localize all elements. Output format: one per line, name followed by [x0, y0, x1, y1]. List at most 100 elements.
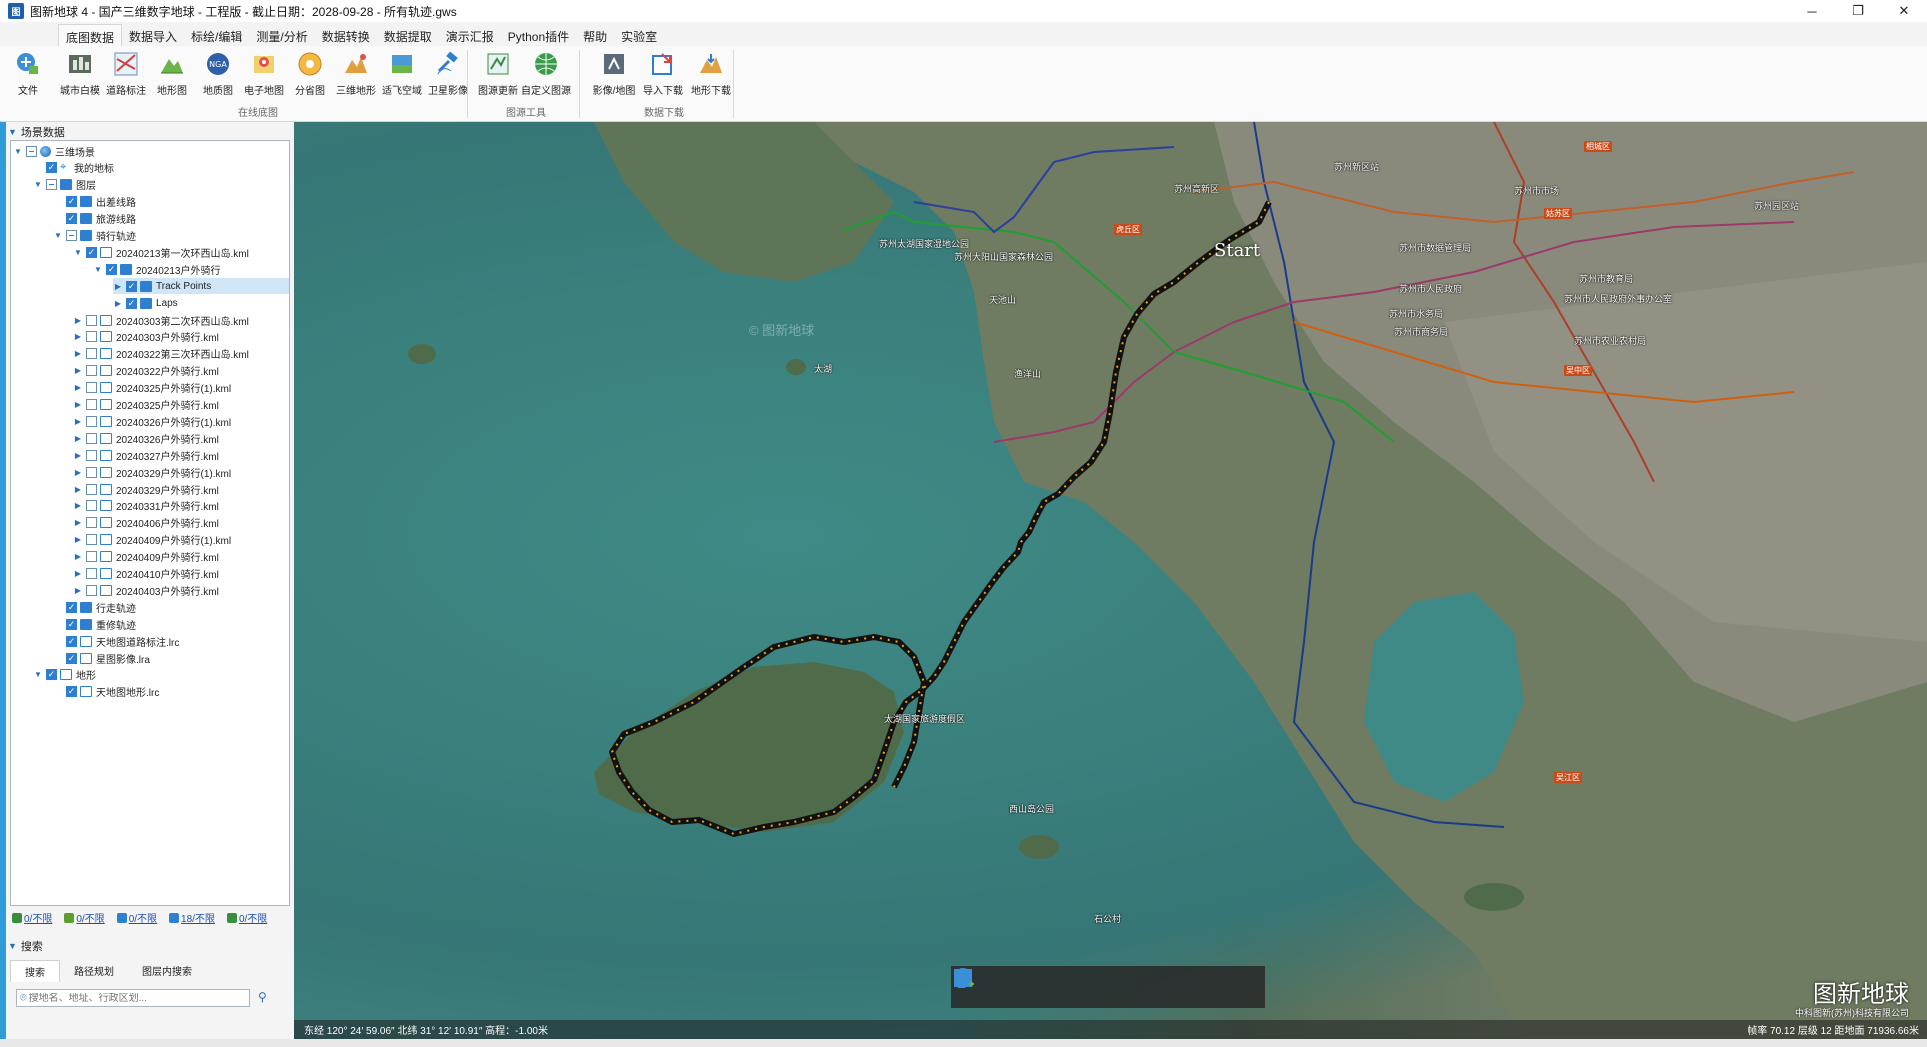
tree-node[interactable]: ✓ ⌖ 我的地标: [33, 160, 289, 176]
tree-node[interactable]: ▶ 20240303第二次环西山岛.kml: [73, 312, 289, 328]
tree-node[interactable]: ▶ 20240329户外骑行.kml: [73, 481, 289, 497]
layer-checkbox[interactable]: ✓: [66, 652, 77, 664]
layer-checkbox[interactable]: ✓: [66, 196, 77, 208]
scene-data-header[interactable]: ▼ 场景数据: [8, 124, 65, 140]
collapse-arrow-icon[interactable]: ▼: [33, 180, 43, 189]
expand-arrow-icon[interactable]: ▶: [73, 400, 83, 409]
province-map-button[interactable]: 分省图: [288, 49, 332, 101]
tree-node[interactable]: ▶ 20240322户外骑行.kml: [73, 363, 289, 379]
expand-arrow-icon[interactable]: ▶: [73, 552, 83, 561]
layer-checkbox[interactable]: [86, 331, 97, 343]
import-download-button[interactable]: 导入下载: [641, 49, 685, 101]
expand-arrow-icon[interactable]: ▶: [73, 468, 83, 477]
tree-node[interactable]: ▶ 20240331户外骑行.kml: [73, 498, 289, 514]
tab-search[interactable]: 搜索: [10, 960, 60, 982]
expand-arrow-icon[interactable]: ▶: [73, 417, 83, 426]
tree-node[interactable]: ▶ 20240329户外骑行(1).kml: [73, 464, 289, 480]
source-update-button[interactable]: 图源更新: [476, 49, 520, 101]
tree-node[interactable]: ▶ ✓ Track Points: [113, 278, 289, 295]
tree-node[interactable]: ✓ 旅游线路: [53, 211, 289, 227]
tree-node[interactable]: ▼ 图层: [33, 177, 289, 193]
layer-checkbox[interactable]: ✓: [66, 213, 77, 225]
line-tool-button[interactable]: [953, 968, 1151, 1004]
tree-node[interactable]: ✓ 重修轨迹: [53, 616, 289, 632]
expand-arrow-icon[interactable]: ▶: [113, 299, 123, 308]
close-button[interactable]: ✕: [1881, 0, 1927, 22]
tab-lab[interactable]: 实验室: [614, 24, 664, 46]
map-viewport[interactable]: © 图新地球 Start 苏州新区站 苏州市市场 苏州高新区 苏州大阳山国家森林公园苏…: [294, 122, 1927, 1039]
search-header[interactable]: ▼ 搜索: [8, 938, 43, 954]
road-label-button[interactable]: 道路标注: [104, 49, 148, 101]
layer-checkbox[interactable]: [86, 517, 97, 529]
3d-terrain-button[interactable]: 三维地形: [334, 49, 378, 101]
expand-arrow-icon[interactable]: ▶: [73, 569, 83, 578]
expand-arrow-icon[interactable]: ▶: [73, 332, 83, 341]
placemark-tool-button[interactable]: [956, 968, 1099, 1004]
expand-arrow-icon[interactable]: ▶: [73, 434, 83, 443]
expand-arrow-icon[interactable]: ▶: [73, 535, 83, 544]
tab-plot-edit[interactable]: 标绘/编辑: [184, 24, 249, 46]
expand-arrow-icon[interactable]: ▶: [73, 349, 83, 358]
layer-checkbox[interactable]: [86, 568, 97, 579]
tree-node[interactable]: ▶ 20240325户外骑行.kml: [73, 397, 289, 413]
tree-node[interactable]: ▼ ✓ 地形: [33, 667, 289, 683]
layer-checkbox[interactable]: [86, 382, 97, 394]
polygon-tool-button[interactable]: [954, 969, 1203, 1004]
expand-arrow-icon[interactable]: ▶: [73, 586, 83, 595]
tree-node[interactable]: ▶ 20240409户外骑行(1).kml: [73, 532, 289, 548]
tree-node[interactable]: ▶ 20240410户外骑行.kml: [73, 566, 289, 582]
expand-arrow-icon[interactable]: ▶: [113, 282, 123, 291]
tree-node[interactable]: ✓ 星图影像.lra: [53, 650, 289, 666]
layer-checkbox[interactable]: [86, 449, 97, 461]
layer-checkbox[interactable]: ✓: [66, 686, 77, 698]
terrain-download-button[interactable]: 地形下载: [689, 49, 733, 101]
flyable-airspace-button[interactable]: 适飞空域: [380, 49, 424, 101]
collapse-arrow-icon[interactable]: ▼: [33, 670, 43, 679]
tree-node[interactable]: ▼ ✓ 20240213第一次环西山岛.kml: [73, 244, 289, 260]
layer-checkbox[interactable]: [66, 230, 77, 241]
tab-layer-search[interactable]: 图层内搜索: [128, 960, 206, 982]
layer-checkbox[interactable]: ✓: [66, 635, 77, 647]
search-icon[interactable]: ⚲: [258, 990, 267, 1004]
layer-checkbox[interactable]: ✓: [126, 297, 137, 309]
layer-checkbox[interactable]: ✓: [46, 162, 57, 174]
file-button[interactable]: 文件: [6, 49, 50, 101]
tree-node[interactable]: ▶ 20240406户外骑行.kml: [73, 515, 289, 531]
layer-count-link[interactable]: 18/不限: [169, 910, 215, 925]
satellite-imagery-button[interactable]: 卫星影像: [426, 49, 470, 101]
layer-checkbox[interactable]: [86, 415, 97, 427]
layer-checkbox[interactable]: [26, 145, 37, 157]
expand-arrow-icon[interactable]: ▶: [73, 501, 83, 510]
layer-checkbox[interactable]: [86, 551, 97, 563]
expand-arrow-icon[interactable]: ▶: [73, 485, 83, 494]
layer-checkbox[interactable]: [86, 483, 97, 495]
tree-node[interactable]: ▶ 20240326户外骑行(1).kml: [73, 413, 289, 429]
layer-checkbox[interactable]: [86, 348, 97, 360]
expand-arrow-icon[interactable]: ▶: [73, 316, 83, 325]
tab-presentation[interactable]: 演示汇报: [439, 24, 501, 46]
layer-checkbox[interactable]: ✓: [86, 246, 97, 258]
tree-node[interactable]: ▶ 20240409户外骑行.kml: [73, 549, 289, 565]
collapse-arrow-icon[interactable]: ▼: [93, 265, 103, 274]
layer-checkbox[interactable]: [86, 500, 97, 512]
expand-arrow-icon[interactable]: ▶: [73, 518, 83, 527]
collapse-arrow-icon[interactable]: ▼: [53, 231, 63, 240]
layer-checkbox[interactable]: [86, 534, 97, 546]
expand-arrow-icon[interactable]: ▶: [73, 366, 83, 375]
maximize-button[interactable]: ❐: [1835, 0, 1881, 22]
layer-checkbox[interactable]: [46, 179, 57, 191]
city-model-button[interactable]: 城市白模: [58, 49, 102, 101]
tab-route-planning[interactable]: 路径规划: [60, 960, 128, 982]
collapse-arrow-icon[interactable]: ▼: [13, 147, 23, 156]
layer-checkbox[interactable]: ✓: [46, 669, 57, 681]
tree-node[interactable]: ▼ 三维场景: [13, 143, 289, 159]
layer-count-link[interactable]: 0/不限: [12, 910, 52, 925]
tree-node[interactable]: ▶ ✓ Laps: [113, 295, 289, 311]
layer-checkbox[interactable]: [86, 399, 97, 410]
custom-source-button[interactable]: 自定义图源: [521, 49, 571, 101]
layer-count-link[interactable]: 0/不限: [226, 910, 267, 925]
tree-node[interactable]: ▶ 20240322第三次环西山岛.kml: [73, 346, 289, 362]
layer-tree[interactable]: ▼ 三维场景 ✓ ⌖ 我的地标 ▼ 图层 ✓ 出差线路 ✓ 旅游线路 ▼ 骑行轨迹 ▼ ✓ 20240213第…: [10, 140, 290, 906]
tree-node[interactable]: ▶ 20240303户外骑行.kml: [73, 329, 289, 345]
tab-python-plugin[interactable]: Python插件: [501, 24, 576, 46]
